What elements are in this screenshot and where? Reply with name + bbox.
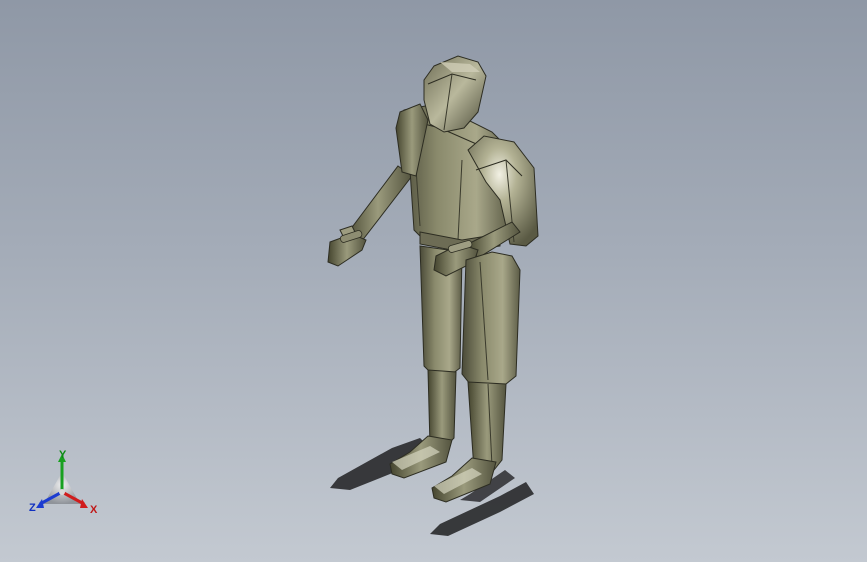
x-axis-label: X <box>90 504 98 516</box>
humanoid-model[interactable] <box>0 0 867 562</box>
left-arm[interactable] <box>327 165 413 267</box>
graphics-viewport[interactable]: Y Z X <box>0 0 867 562</box>
y-axis-label: Y <box>59 449 67 461</box>
head[interactable] <box>423 55 487 133</box>
orientation-triad[interactable]: Y Z X <box>22 446 106 526</box>
left-leg[interactable] <box>389 245 463 479</box>
z-axis-label: Z <box>29 502 36 514</box>
